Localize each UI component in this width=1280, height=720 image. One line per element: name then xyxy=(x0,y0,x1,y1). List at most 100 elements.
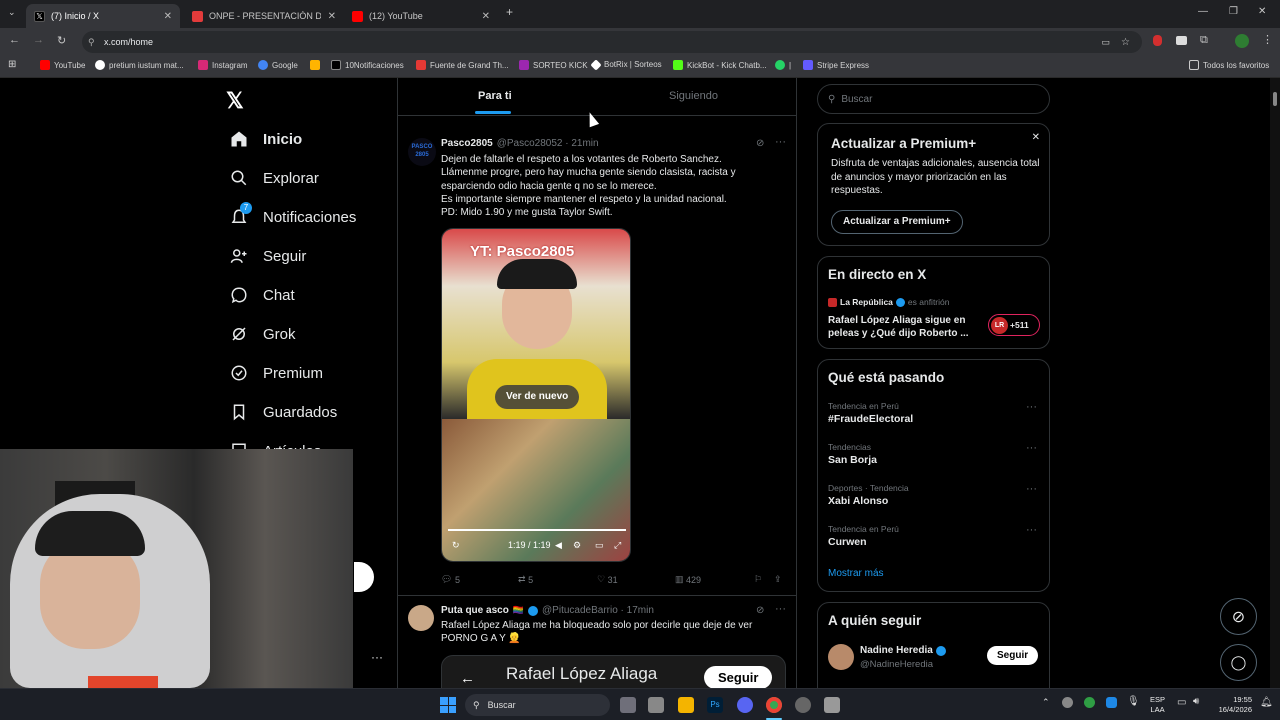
bookmark-pretium[interactable]: pretium iustum mat... xyxy=(95,60,184,70)
views-button[interactable]: ▥ 429 xyxy=(675,574,701,585)
more-icon[interactable]: ··· xyxy=(371,650,383,664)
tab-x-home[interactable]: 𝕏 (7) Inicio / X ✕ xyxy=(26,4,180,28)
live-listeners[interactable]: LR +511 xyxy=(988,314,1040,336)
nav-item-inicio[interactable]: Inicio xyxy=(228,128,302,150)
bookmark-whatsapp[interactable]: | xyxy=(775,60,791,70)
bookmark-sorteo-kick[interactable]: SORTEO KICK xyxy=(519,60,588,70)
nav-item-premium[interactable]: Premium xyxy=(228,362,323,384)
follow-button[interactable]: Seguir xyxy=(987,646,1039,665)
app-icon[interactable] xyxy=(795,697,811,713)
scrollbar-thumb[interactable] xyxy=(1273,92,1277,106)
nav-item-guardados[interactable]: Guardados xyxy=(228,401,337,423)
more-icon[interactable]: ··· xyxy=(1026,483,1037,495)
grok-icon[interactable]: ⊘ xyxy=(756,605,764,616)
avatar[interactable] xyxy=(828,644,854,670)
close-icon[interactable]: ✕ xyxy=(164,11,172,22)
more-icon[interactable]: ··· xyxy=(775,603,786,615)
live-headline[interactable]: Rafael López Aliaga sigue en peleas y ¿Q… xyxy=(828,314,978,340)
post-pasco2805[interactable]: PASCO 2805 Pasco2805 @Pasco28052 · 21min… xyxy=(398,126,796,596)
tray-app-icon[interactable] xyxy=(1062,697,1073,708)
all-bookmarks[interactable]: Todos los favoritos xyxy=(1189,60,1269,70)
reload-icon[interactable]: ↻ xyxy=(57,34,66,47)
trend-item[interactable]: Tendencia en Perú #FraudeElectoral ··· xyxy=(818,398,1049,438)
network-icon[interactable]: ▭ xyxy=(1177,697,1186,708)
extensions-puzzle-icon[interactable]: ⧉ xyxy=(1200,34,1208,47)
clock[interactable]: 19:55 16/4/2026 xyxy=(1212,695,1252,715)
settings-icon[interactable]: ⚙ xyxy=(573,540,581,551)
profile-avatar[interactable] xyxy=(1235,34,1249,48)
like-button[interactable]: ♡ 31 xyxy=(597,574,618,585)
post-pitucadebarrio[interactable]: Puta que asco 🏳️‍🌈 @PitucadeBarrio · 17m… xyxy=(398,597,796,688)
reply-button[interactable]: 💬︎ 5 xyxy=(441,574,460,585)
card-follow-button[interactable]: Seguir xyxy=(704,666,773,688)
microphone-icon[interactable]: 🎙︎ xyxy=(1127,696,1140,707)
avatar[interactable] xyxy=(408,605,434,631)
restore-icon[interactable]: ❐ xyxy=(1229,6,1238,17)
tab-para-ti[interactable]: Para ti xyxy=(478,90,512,102)
profile-card[interactable]: ← Rafael López Aliaga Seguir xyxy=(441,655,786,688)
window-close-icon[interactable]: ✕ xyxy=(1258,6,1266,17)
apps-grid-icon[interactable]: ⊞ xyxy=(8,59,16,70)
author-name[interactable]: Puta que asco xyxy=(441,605,509,616)
new-tab-icon[interactable]: + xyxy=(506,5,513,19)
trend-item[interactable]: Tendencia en Perú Curwen ··· xyxy=(818,521,1049,561)
messages-floating-button[interactable]: ◯ xyxy=(1220,644,1257,681)
forward-icon[interactable]: → xyxy=(33,34,44,46)
photoshop-icon[interactable]: Ps xyxy=(707,697,723,713)
tab-onpe[interactable]: ONPE - PRESENTACIÓN DE RES ✕ xyxy=(184,4,344,28)
nav-item-seguir[interactable]: Seguir xyxy=(228,245,306,267)
author-name[interactable]: Pasco2805 xyxy=(441,138,493,149)
live-source[interactable]: La República xyxy=(840,297,893,307)
minimize-icon[interactable]: — xyxy=(1198,6,1208,17)
replay-button[interactable]: Ver de nuevo xyxy=(495,385,580,409)
task-view-icon[interactable] xyxy=(620,697,636,713)
close-icon[interactable]: ✕ xyxy=(1032,132,1040,143)
grok-icon[interactable]: ⊘ xyxy=(756,138,764,149)
grok-floating-button[interactable]: ⊘ xyxy=(1220,598,1257,635)
site-info-icon[interactable]: ⚲ xyxy=(88,37,95,48)
x-logo-icon[interactable]: 𝕏 xyxy=(226,88,244,114)
back-icon[interactable]: ← xyxy=(9,34,20,46)
close-icon[interactable]: ✕ xyxy=(328,11,336,22)
nav-item-explorar[interactable]: Explorar xyxy=(228,167,319,189)
author-handle[interactable]: @PitucadeBarrio · 17min xyxy=(542,605,654,616)
nav-item-chat[interactable]: Chat xyxy=(228,284,295,306)
address-bar[interactable]: ⚲ x.com/home ☆ ▭ xyxy=(82,31,1142,53)
bookmark-instagram[interactable]: Instagram xyxy=(198,60,248,70)
notifications-icon[interactable]: 🔔︎ xyxy=(1260,697,1273,708)
more-icon[interactable]: ··· xyxy=(1026,524,1037,536)
close-icon[interactable]: ✕ xyxy=(482,11,490,22)
menu-kebab-icon[interactable]: ⋮ xyxy=(1262,33,1273,46)
chrome-icon[interactable] xyxy=(766,697,782,713)
bookmark-google[interactable]: Google xyxy=(258,60,298,70)
volume-icon[interactable]: ◀ xyxy=(555,540,562,551)
tab-search-icon[interactable]: ⌄ xyxy=(8,7,16,18)
bookmark-botrix[interactable]: BotRix | Sorteos xyxy=(590,58,662,71)
video-player[interactable]: YT: Pasco2805 Ver de nuevo ↻ 1:19 / 1:19… xyxy=(441,228,631,562)
tray-chevron-icon[interactable]: ⌃ xyxy=(1042,697,1050,708)
bookmark-kickbot[interactable]: KickBot - Kick Chatb... xyxy=(673,60,767,70)
author-handle[interactable]: @Pasco28052 · 21min xyxy=(497,138,599,149)
tray-app-icon[interactable] xyxy=(1106,697,1117,708)
trend-item[interactable]: Tendencias San Borja ··· xyxy=(818,439,1049,479)
more-icon[interactable]: ··· xyxy=(1026,401,1037,413)
video-progress-bar[interactable] xyxy=(448,529,626,531)
bookmark-icon[interactable]: ⚐ xyxy=(754,574,762,585)
follow-name[interactable]: Nadine Heredia xyxy=(860,645,933,656)
page-scrollbar[interactable] xyxy=(1270,78,1280,688)
extension-icon[interactable] xyxy=(1176,36,1187,45)
volume-icon[interactable]: 🔊︎ xyxy=(1193,696,1199,707)
premium-button[interactable]: Actualizar a Premium+ xyxy=(831,210,963,234)
bookmark-notificaciones[interactable]: 10Notificaciones xyxy=(331,60,404,70)
trend-item[interactable]: Deportes · Tendencia Xabi Alonso ··· xyxy=(818,480,1049,520)
more-icon[interactable]: ··· xyxy=(775,136,786,148)
bookmark-stripe[interactable]: Stripe Express xyxy=(803,60,869,70)
nav-item-notificaciones[interactable]: 7 Notificaciones xyxy=(228,202,356,228)
bookmark-grand-theft[interactable]: Fuente de Grand Th... xyxy=(416,60,509,70)
tab-youtube[interactable]: (12) YouTube ✕ xyxy=(344,4,498,28)
discord-icon[interactable] xyxy=(737,697,753,713)
post-button[interactable] xyxy=(354,562,374,592)
app-icon[interactable] xyxy=(648,697,664,713)
bookmark-youtube[interactable]: YouTube xyxy=(40,60,85,70)
tab-siguiendo[interactable]: Siguiendo xyxy=(669,90,718,102)
